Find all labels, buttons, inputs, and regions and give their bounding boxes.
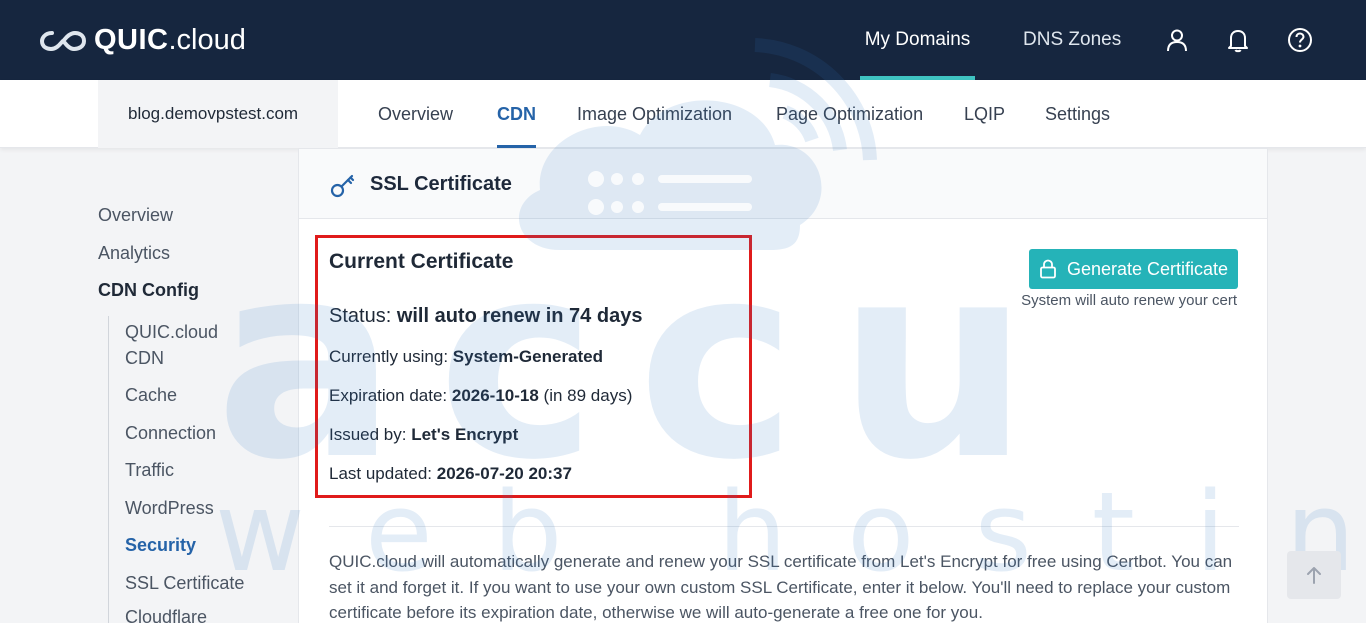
cert-expiration-suffix: (in 89 days)	[538, 386, 633, 405]
sidebar-item-security[interactable]: Security	[125, 532, 196, 558]
cert-status-label: Status:	[329, 305, 397, 327]
logo-text-light: .cloud	[168, 24, 246, 56]
left-sidebar: Overview Analytics CDN Config QUIC.cloud…	[98, 148, 298, 623]
tab-settings[interactable]: Settings	[1045, 80, 1110, 148]
infinity-logo-icon	[39, 30, 87, 51]
cert-issued-label: Issued by:	[329, 425, 412, 444]
lock-icon	[1040, 259, 1056, 279]
help-icon[interactable]	[1287, 27, 1313, 53]
generate-certificate-label: Generate Certificate	[1066, 258, 1229, 279]
auto-renew-note: System will auto renew your cert	[1021, 292, 1237, 309]
quic-cloud-logo[interactable]: QUIC .cloud	[38, 24, 246, 57]
logo-text-bold: QUIC	[94, 24, 169, 56]
current-certificate-heading: Current Certificate	[329, 250, 514, 273]
card-header: SSL Certificate	[299, 149, 1267, 219]
sidebar-item-overview[interactable]: Overview	[98, 205, 173, 226]
cert-expiration-value: 2026-10-18	[451, 386, 539, 405]
cert-issued-value: Let's Encrypt	[411, 425, 519, 444]
cert-using-value: System-Generated	[452, 347, 604, 366]
bell-icon[interactable]	[1225, 27, 1251, 53]
sidebar-item-ssl-certificate[interactable]: SSL Certificate	[125, 570, 244, 596]
sidebar-item-cache[interactable]: Cache	[125, 382, 177, 408]
generate-certificate-button[interactable]: Generate Certificate	[1029, 249, 1238, 289]
card-title: SSL Certificate	[370, 173, 512, 195]
key-icon	[330, 174, 355, 198]
sidebar-item-traffic[interactable]: Traffic	[125, 457, 174, 483]
sidebar-item-analytics[interactable]: Analytics	[98, 243, 170, 264]
domain-name[interactable]: blog.demovpstest.com	[98, 80, 338, 148]
sidebar-item-connection[interactable]: Connection	[125, 420, 216, 446]
cert-last-updated: Last updated: 2026-07-20 20:37	[329, 464, 572, 484]
cert-updated-label: Last updated:	[329, 464, 437, 483]
cert-status: Status: will auto renew in 74 days	[329, 305, 642, 328]
top-navbar: QUIC .cloud My Domains DNS Zones	[0, 0, 1366, 80]
nav-my-domains[interactable]: My Domains	[860, 0, 975, 80]
scroll-to-top-button[interactable]	[1287, 551, 1341, 599]
ssl-certificate-card: SSL Certificate Current Certificate Stat…	[298, 148, 1268, 623]
cdn-config-submenu: QUIC.cloud CDN Cache Connection Traffic …	[108, 316, 288, 623]
sidebar-item-wordpress[interactable]: WordPress	[125, 495, 214, 521]
section-divider	[329, 526, 1239, 527]
cert-currently-using: Currently using: System-Generated	[329, 347, 603, 367]
sidebar-item-cloudflare[interactable]: Cloudflare	[125, 604, 207, 623]
cert-status-value: will auto renew in 74 days	[396, 305, 643, 327]
ssl-description: QUIC.cloud will automatically generate a…	[329, 552, 1233, 622]
tab-lqip[interactable]: LQIP	[964, 80, 1005, 148]
cert-expiration: Expiration date: 2026-10-18 (in 89 days)	[329, 386, 632, 406]
tab-page-optimization[interactable]: Page Optimization	[776, 80, 923, 148]
cert-expiration-label: Expiration date:	[329, 386, 452, 405]
cert-updated-value: 2026-07-20 20:37	[436, 464, 572, 483]
arrow-up-icon	[1307, 567, 1321, 584]
cert-using-label: Currently using:	[329, 347, 453, 366]
tab-overview[interactable]: Overview	[378, 80, 453, 148]
domain-subnav: blog.demovpstest.com Overview CDN Image …	[0, 80, 1366, 148]
sidebar-item-cdn-config[interactable]: CDN Config	[98, 280, 199, 301]
tab-image-optimization[interactable]: Image Optimization	[577, 80, 732, 148]
tab-cdn[interactable]: CDN	[497, 80, 536, 148]
nav-dns-zones[interactable]: DNS Zones	[1020, 0, 1124, 80]
user-icon[interactable]	[1164, 27, 1190, 53]
sidebar-item-quic-cloud-cdn[interactable]: QUIC.cloud CDN	[125, 319, 235, 371]
cert-issued-by: Issued by: Let's Encrypt	[329, 425, 518, 445]
